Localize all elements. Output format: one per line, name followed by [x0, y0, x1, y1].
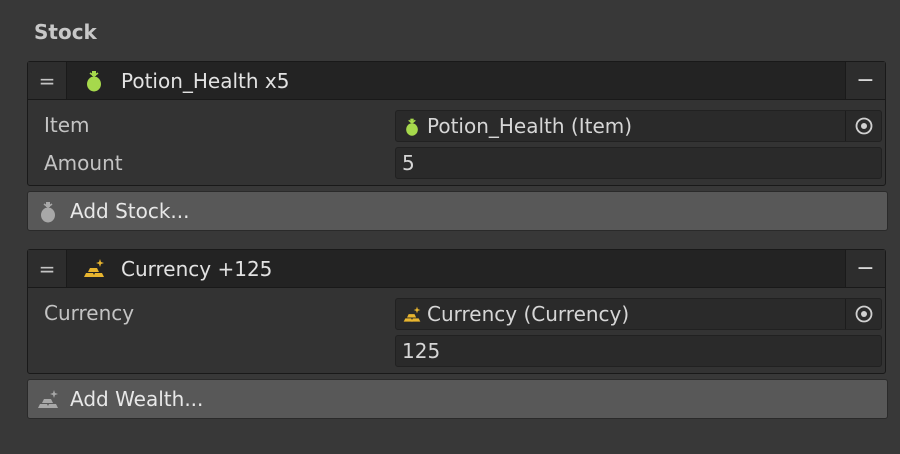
- remove-button[interactable]: −: [845, 62, 885, 99]
- potion-icon: [406, 118, 418, 136]
- add-wealth-button[interactable]: Add Wealth...: [27, 379, 888, 419]
- wealth-entry-header[interactable]: = Currency +125 −: [28, 250, 885, 288]
- currency-field-value: Currency (Currency): [427, 302, 630, 326]
- target-icon: [855, 117, 872, 135]
- gold-bars-icon: [84, 259, 104, 277]
- wealth-amount-input[interactable]: 125: [395, 335, 882, 367]
- wealth-amount-value: 125: [402, 339, 441, 363]
- wealth-entry-title: Currency +125: [121, 257, 273, 281]
- remove-button[interactable]: −: [845, 250, 885, 287]
- drag-handle[interactable]: =: [28, 250, 67, 287]
- amount-input[interactable]: 5: [395, 147, 882, 179]
- item-object-field[interactable]: Potion_Health (Item): [395, 110, 882, 142]
- add-stock-label: Add Stock...: [70, 199, 190, 223]
- add-wealth-label: Add Wealth...: [70, 387, 204, 411]
- stock-entry-card: = Potion_Health x5 − Item Potion_Health …: [27, 61, 886, 186]
- section-title: Stock: [34, 20, 97, 44]
- drag-handle[interactable]: =: [28, 62, 67, 99]
- wealth-entry-card: = Currency +125 − Currency Currency (Cur…: [27, 249, 886, 374]
- potion-icon: [41, 202, 55, 223]
- stock-entry-title: Potion_Health x5: [121, 69, 290, 93]
- field-label-currency: Currency: [44, 301, 135, 325]
- gold-bars-icon: [403, 306, 421, 322]
- add-stock-button[interactable]: Add Stock...: [27, 191, 888, 231]
- item-field-value: Potion_Health (Item): [427, 114, 633, 138]
- potion-icon: [87, 71, 101, 92]
- currency-object-field[interactable]: Currency (Currency): [395, 298, 882, 330]
- target-icon: [855, 305, 872, 323]
- gold-bars-icon: [38, 390, 58, 408]
- object-picker-button[interactable]: [845, 111, 881, 141]
- amount-value: 5: [402, 151, 415, 175]
- field-label-item: Item: [44, 113, 90, 137]
- stock-entry-header[interactable]: = Potion_Health x5 −: [28, 62, 885, 100]
- object-picker-button[interactable]: [845, 299, 881, 329]
- field-label-amount: Amount: [44, 151, 123, 175]
